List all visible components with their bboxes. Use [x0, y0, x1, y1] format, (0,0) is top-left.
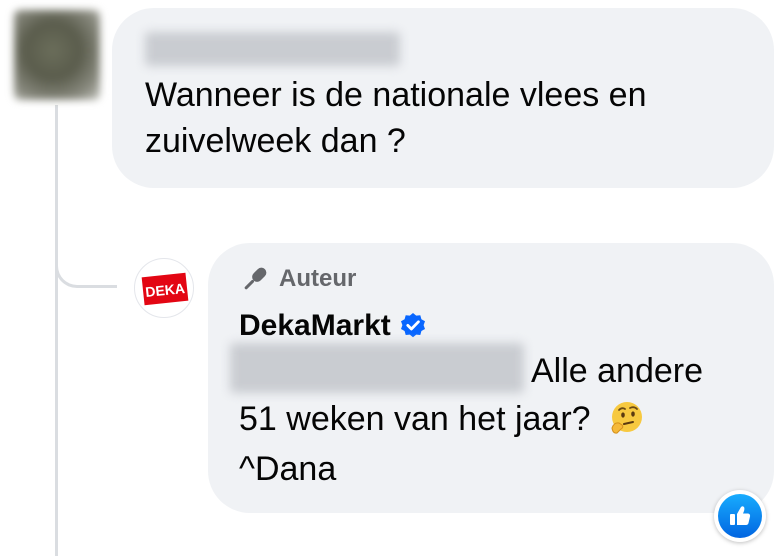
mention-name-blurred[interactable] — [230, 343, 524, 393]
reply-text-signature: ^Dana — [239, 450, 337, 488]
reply-text-line-2: 51 weken van het jaar? — [239, 396, 646, 442]
reply-text-line-2-text: 51 weken van het jaar? — [239, 400, 591, 438]
commenter-avatar-blurred[interactable] — [14, 10, 100, 100]
dekamarkt-avatar[interactable]: DEKA — [134, 258, 194, 318]
commenter-name-blurred[interactable] — [145, 32, 400, 66]
deka-logo-icon: DEKA — [141, 272, 189, 306]
reply-text-line-1: Alle andere — [531, 352, 704, 390]
microphone-icon — [244, 267, 267, 290]
author-badge: Auteur — [239, 262, 356, 296]
page-name[interactable]: DekaMarkt — [239, 309, 391, 343]
verified-badge-icon — [400, 313, 425, 338]
like-reaction-badge[interactable] — [714, 490, 766, 542]
like-reaction-circle — [718, 494, 762, 538]
thread-connector — [55, 240, 117, 288]
thumbs-up-icon — [730, 506, 751, 525]
thread-line — [55, 105, 58, 556]
thinking-face-icon — [611, 402, 643, 434]
page-name-row: DekaMarkt — [239, 306, 427, 346]
author-badge-label: Auteur — [279, 265, 357, 292]
comment-text: Wanneer is de nationale vlees en zuivelw… — [145, 76, 647, 160]
